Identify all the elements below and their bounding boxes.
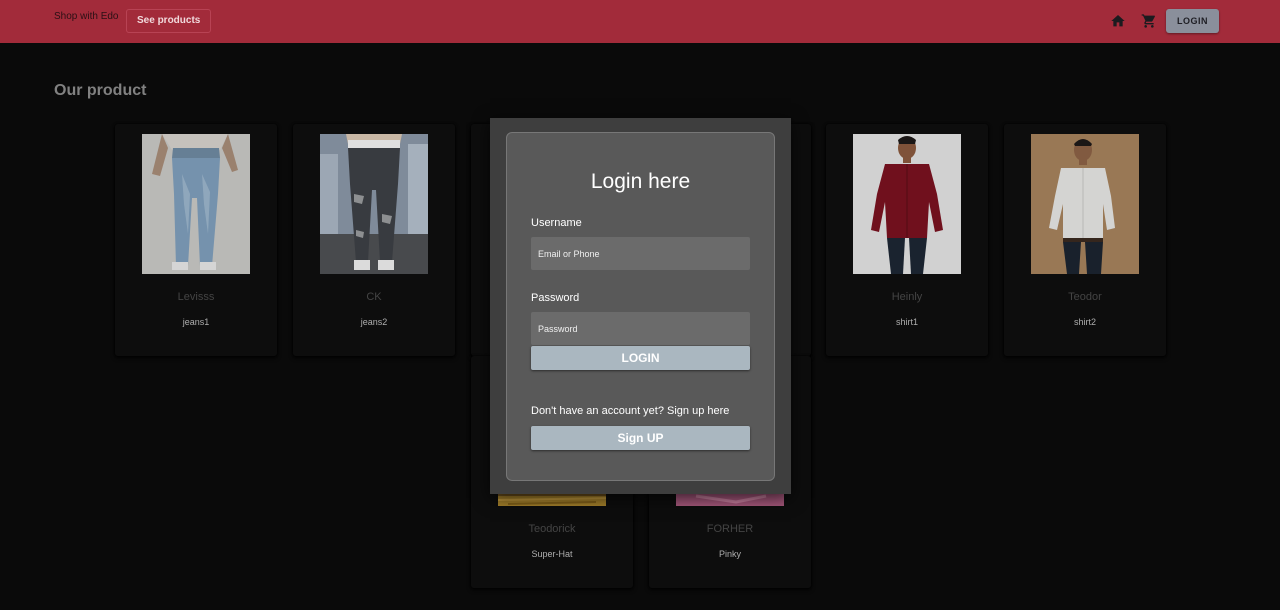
login-dialog: Login here Username Password LOGIN Don't… (490, 118, 791, 494)
password-input[interactable] (531, 312, 750, 345)
see-products-button[interactable]: See products (126, 9, 212, 33)
cart-icon[interactable] (1141, 13, 1157, 29)
header-login-button[interactable]: LOGIN (1166, 9, 1219, 33)
password-label: Password (531, 292, 580, 304)
login-submit-button[interactable]: LOGIN (531, 346, 750, 370)
home-icon[interactable] (1110, 13, 1126, 29)
brand-title: Shop with Edo (54, 11, 119, 22)
login-form: Login here Username Password LOGIN Don't… (506, 132, 775, 481)
username-input[interactable] (531, 237, 750, 270)
username-label: Username (531, 217, 582, 229)
login-title: Login here (590, 170, 691, 193)
signup-button[interactable]: Sign UP (531, 426, 750, 450)
app-header: Shop with Edo See products LOGIN (0, 0, 1280, 43)
signup-prompt[interactable]: Don't have an account yet? Sign up here (531, 405, 729, 417)
